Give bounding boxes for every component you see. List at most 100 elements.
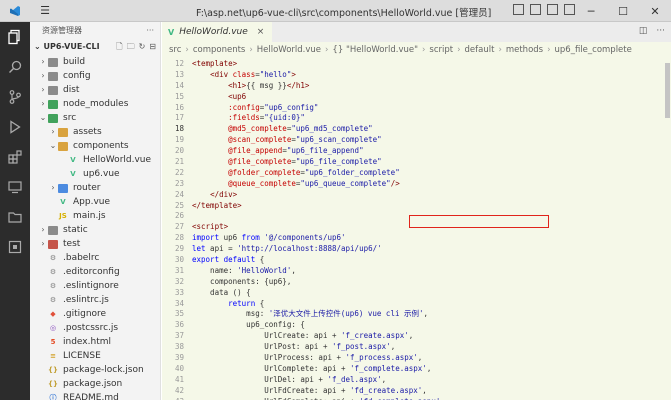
explorer-icon[interactable]: [0, 22, 30, 52]
code-line: 25 </template>: [162, 201, 671, 212]
code-token: :fields: [228, 113, 260, 123]
tree-item-test[interactable]: › test: [30, 237, 160, 251]
tree-item-package-json[interactable]: {} package.json: [30, 377, 160, 391]
folder-icon: [58, 183, 68, 193]
tree-item-main-js[interactable]: JS main.js: [30, 209, 160, 223]
toggle-secondary-sidebar-icon[interactable]: [547, 4, 558, 15]
tree-item-postcssrc-js[interactable]: ◎ .postcssrc.js: [30, 321, 160, 335]
code-text: <h1>{{ msg }}</h1>: [192, 81, 309, 92]
more-editor-actions-icon[interactable]: ···: [656, 26, 665, 36]
tree-item-package-lock-json[interactable]: {} package-lock.json: [30, 363, 160, 377]
collapse-chevron-icon: ⌄: [34, 42, 41, 51]
tab-helloworld-vue[interactable]: V HelloWorld.vue ×: [162, 22, 273, 42]
source-control-icon[interactable]: [0, 82, 30, 112]
code-editor[interactable]: 12 <template> 13 <div class="hello"> 14 <h1…: [162, 59, 671, 400]
tree-item-license[interactable]: ≡ LICENSE: [30, 349, 160, 363]
code-token: ,: [417, 353, 423, 363]
code-line: 17 :fields="{uid:0}": [162, 113, 671, 124]
code-token: 'fd_create.aspx': [350, 385, 423, 395]
folder-icon: [58, 141, 68, 151]
tree-item-label: dist: [63, 85, 80, 95]
run-debug-icon[interactable]: [0, 112, 30, 142]
minimize-icon[interactable]: ─: [575, 0, 607, 22]
editor-actions: ◫ ···: [639, 26, 665, 36]
hamburger-menu-icon[interactable]: ☰: [30, 0, 60, 22]
tree-item-src[interactable]: ⌄ src: [30, 111, 160, 125]
code-line: 31 name: 'HelloWorld',: [162, 266, 671, 277]
toggle-panel-icon[interactable]: [530, 4, 541, 15]
vertical-scrollbar[interactable]: [663, 59, 671, 400]
explorer-sidebar: 资源管理器 ··· ⌄ UP6-VUE-CLI 🗋 🗀 ↻ ⊟ › build › c…: [30, 22, 161, 400]
testing-icon[interactable]: [0, 232, 30, 262]
tree-item-node-modules[interactable]: › node_modules: [30, 97, 160, 111]
tab-bar: V HelloWorld.vue × ◫ ···: [162, 22, 671, 42]
tree-item-dist[interactable]: › dist: [30, 83, 160, 97]
line-number: 12: [174, 59, 184, 68]
folder-icon: [48, 239, 58, 249]
tree-item-label: .gitignore: [63, 309, 107, 319]
more-actions-icon[interactable]: ···: [146, 22, 154, 39]
close-window-icon[interactable]: ✕: [639, 0, 671, 22]
breadcrumb-item[interactable]: methods: [506, 42, 543, 59]
search-icon[interactable]: [0, 52, 30, 82]
tree-item-helloworld-vue[interactable]: V HelloWorld.vue: [30, 153, 160, 167]
code-token: @file_complete: [228, 157, 292, 167]
folder-view-icon[interactable]: [0, 202, 30, 232]
split-editor-icon[interactable]: ◫: [639, 26, 648, 36]
customize-layout-icon[interactable]: [564, 4, 575, 15]
breadcrumb-item[interactable]: {} "HelloWorld.vue": [332, 42, 418, 59]
maximize-icon[interactable]: ☐: [607, 0, 639, 22]
refresh-icon[interactable]: ↻: [139, 39, 146, 55]
code-text: <template>: [192, 59, 237, 70]
tree-item-router[interactable]: › router: [30, 181, 160, 195]
line-number: 15: [174, 91, 184, 101]
code-token: ,: [440, 397, 445, 400]
breadcrumb-item[interactable]: script: [429, 42, 453, 59]
extensions-icon[interactable]: [0, 142, 30, 172]
code-line: 32 components: {up6},: [162, 277, 671, 288]
tree-item-config[interactable]: › config: [30, 69, 160, 83]
code-text: :fields="{uid:0}": [192, 113, 305, 124]
scrollbar-thumb[interactable]: [665, 63, 670, 118]
code-line: 29 let api = 'http://localhost:8888/api/u…: [162, 244, 671, 255]
code-text: <div class="hello">: [192, 70, 296, 81]
tree-item-babelrc[interactable]: ⚙ .babelrc: [30, 251, 160, 265]
tree-item-assets[interactable]: › assets: [30, 125, 160, 139]
breadcrumb-item[interactable]: up6_file_complete: [555, 42, 632, 59]
breadcrumb-item[interactable]: default: [465, 42, 495, 59]
tree-item-up6-vue[interactable]: Vup6.vue: [30, 167, 160, 181]
code-text: </template>: [192, 201, 242, 212]
tree-item-components[interactable]: ⌄ components: [30, 139, 160, 153]
tree-item-index-html[interactable]: 5 index.html: [30, 335, 160, 349]
collapse-all-icon[interactable]: ⊟: [149, 39, 156, 55]
close-tab-icon[interactable]: ×: [257, 27, 265, 37]
new-folder-icon[interactable]: 🗀: [127, 39, 135, 55]
breadcrumb-item[interactable]: components: [193, 42, 246, 59]
code-line: 13 <div class="hello">: [162, 70, 671, 81]
tree-item-build[interactable]: › build: [30, 55, 160, 69]
line-number: 25: [174, 200, 184, 210]
remote-explorer-icon[interactable]: [0, 172, 30, 202]
line-number: 22: [174, 167, 184, 177]
code-line: 23 @queue_complete="up6_queue_complete"/…: [162, 179, 671, 190]
new-file-icon[interactable]: 🗋: [116, 39, 122, 55]
tree-item-app-vue[interactable]: V App.vue: [30, 195, 160, 209]
tree-item-label: node_modules: [63, 99, 129, 109]
tree-item-gitignore[interactable]: ◆ .gitignore: [30, 307, 160, 321]
line-number: 41: [174, 374, 184, 384]
tree-item-readme-md[interactable]: ⓘ README.md: [30, 391, 160, 400]
code-token: name:: [192, 265, 238, 275]
breadcrumb-item[interactable]: src: [169, 42, 181, 59]
project-header[interactable]: ⌄ UP6-VUE-CLI 🗋 🗀 ↻ ⊟: [30, 39, 160, 55]
breadcrumb-item[interactable]: HelloWorld.vue: [257, 42, 321, 59]
toggle-sidebar-icon[interactable]: [513, 4, 524, 15]
tree-item-eslintrc-js[interactable]: ⚙ .eslintrc.js: [30, 293, 160, 307]
line-number: 42: [174, 385, 184, 395]
tree-item-editorconfig[interactable]: ⚙ .editorconfig: [30, 265, 160, 279]
code-text: @queue_complete="up6_queue_complete"/>: [192, 179, 400, 190]
tree-item-static[interactable]: › static: [30, 223, 160, 237]
tree-item-eslintignore[interactable]: ⚙ .eslintignore: [30, 279, 160, 293]
json-file-icon: {}: [48, 379, 58, 388]
